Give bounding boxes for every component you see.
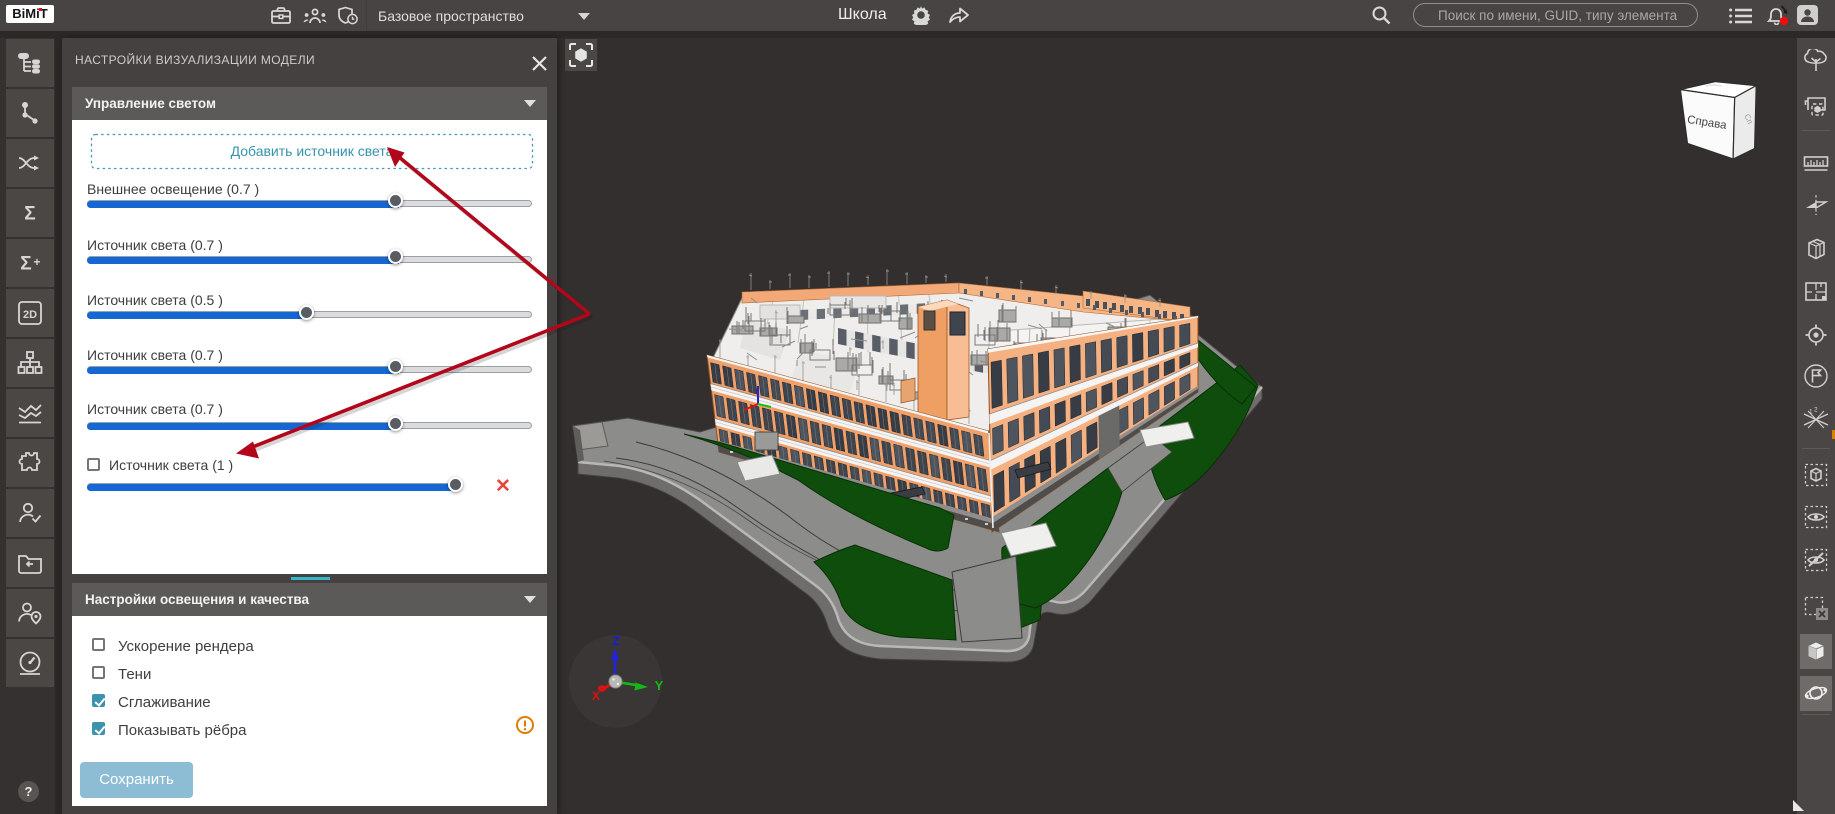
svg-text:X: X <box>592 689 600 703</box>
svg-text:Y: Y <box>655 678 664 693</box>
svg-text:Σ: Σ <box>24 204 35 225</box>
svg-text:2: 2 <box>1814 407 1818 414</box>
svg-text:2D: 2D <box>23 309 37 321</box>
svg-text:Σ: Σ <box>20 254 31 275</box>
svg-text:1: 1 <box>1809 409 1813 416</box>
svg-text:+: + <box>33 255 40 269</box>
svg-text:Z: Z <box>612 634 619 648</box>
